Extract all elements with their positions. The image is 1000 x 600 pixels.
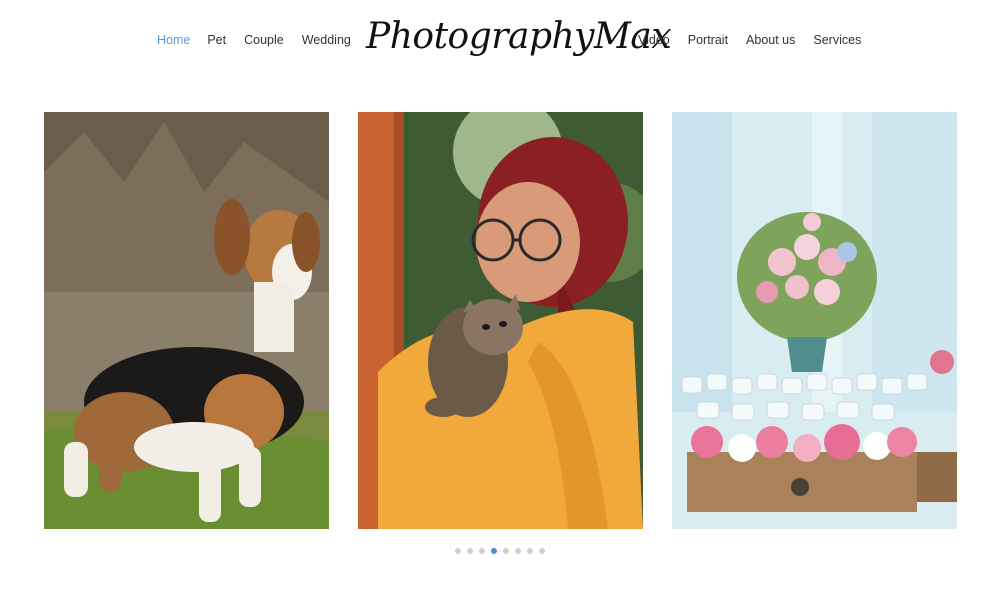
nav-item-home[interactable]: Home (157, 33, 190, 47)
nav-item-about-us[interactable]: About us (746, 33, 795, 47)
nav-right: Video Portrait About us Services (638, 33, 861, 47)
nav-item-video[interactable]: Video (638, 33, 670, 47)
slider-dot-6[interactable] (515, 548, 521, 554)
slider-dot-7[interactable] (527, 548, 533, 554)
photo-slider (44, 112, 957, 529)
slider-dot-3[interactable] (479, 548, 485, 554)
nav-item-wedding[interactable]: Wedding (302, 33, 351, 47)
site-header: Home Pet Couple Wedding PhotographyMax V… (0, 0, 1000, 80)
slide-beagle-photo[interactable] (44, 112, 329, 529)
nav-item-portrait[interactable]: Portrait (688, 33, 728, 47)
nav-item-pet[interactable]: Pet (207, 33, 226, 47)
wedding-flowers-table-image (672, 112, 957, 529)
nav-left: Home Pet Couple Wedding (157, 33, 351, 47)
slider-pagination (455, 548, 545, 554)
slide-woman-kitten-photo[interactable] (358, 112, 643, 529)
slider-dot-2[interactable] (467, 548, 473, 554)
slide-wedding-flowers-photo[interactable] (672, 112, 957, 529)
nav-item-couple[interactable]: Couple (244, 33, 284, 47)
slider-dot-5[interactable] (503, 548, 509, 554)
beagle-dog-image (44, 112, 329, 529)
site-logo[interactable]: PhotographyMax (366, 16, 672, 57)
slider-dot-1[interactable] (455, 548, 461, 554)
slider-dot-4[interactable] (491, 548, 497, 554)
nav-item-services[interactable]: Services (813, 33, 861, 47)
slider-dot-8[interactable] (539, 548, 545, 554)
woman-holding-kitten-image (358, 112, 643, 529)
